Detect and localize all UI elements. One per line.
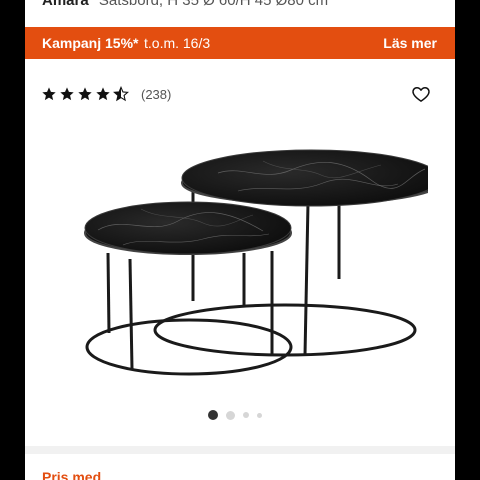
- half-star-icon: [113, 86, 129, 102]
- rating[interactable]: (238): [41, 85, 171, 103]
- campaign-banner[interactable]: Kampanj 15%* t.o.m. 16/3 Läs mer: [25, 27, 455, 59]
- read-more-link[interactable]: Läs mer: [383, 35, 437, 51]
- price-label: Pris med: [42, 469, 102, 480]
- product-brand: Amara: [42, 0, 89, 9]
- carousel-dot[interactable]: [226, 410, 235, 420]
- star-icon: [78, 87, 92, 101]
- section-divider: [25, 446, 455, 454]
- carousel-dot[interactable]: [208, 410, 218, 420]
- review-count: (238): [141, 86, 172, 102]
- star-rating: [41, 86, 129, 102]
- product-title: Amara Satsbord, H 35 Ø 60/H 45 Ø80 cm: [42, 0, 328, 12]
- campaign-date: t.o.m. 16/3: [144, 35, 211, 51]
- campaign-name: Kampanj 15%*: [42, 35, 139, 51]
- product-description: Satsbord, H 35 Ø 60/H 45 Ø80 cm: [98, 0, 329, 9]
- carousel-indicator[interactable]: [208, 410, 262, 420]
- star-icon: [60, 87, 74, 101]
- carousel-dot[interactable]: [257, 412, 262, 418]
- star-icon: [42, 87, 56, 101]
- carousel-dot[interactable]: [243, 412, 249, 418]
- heart-icon[interactable]: [411, 84, 431, 104]
- star-icon: [96, 87, 110, 101]
- product-screen: Amara Satsbord, H 35 Ø 60/H 45 Ø80 cm Ka…: [25, 0, 455, 480]
- product-image: [84, 149, 428, 376]
